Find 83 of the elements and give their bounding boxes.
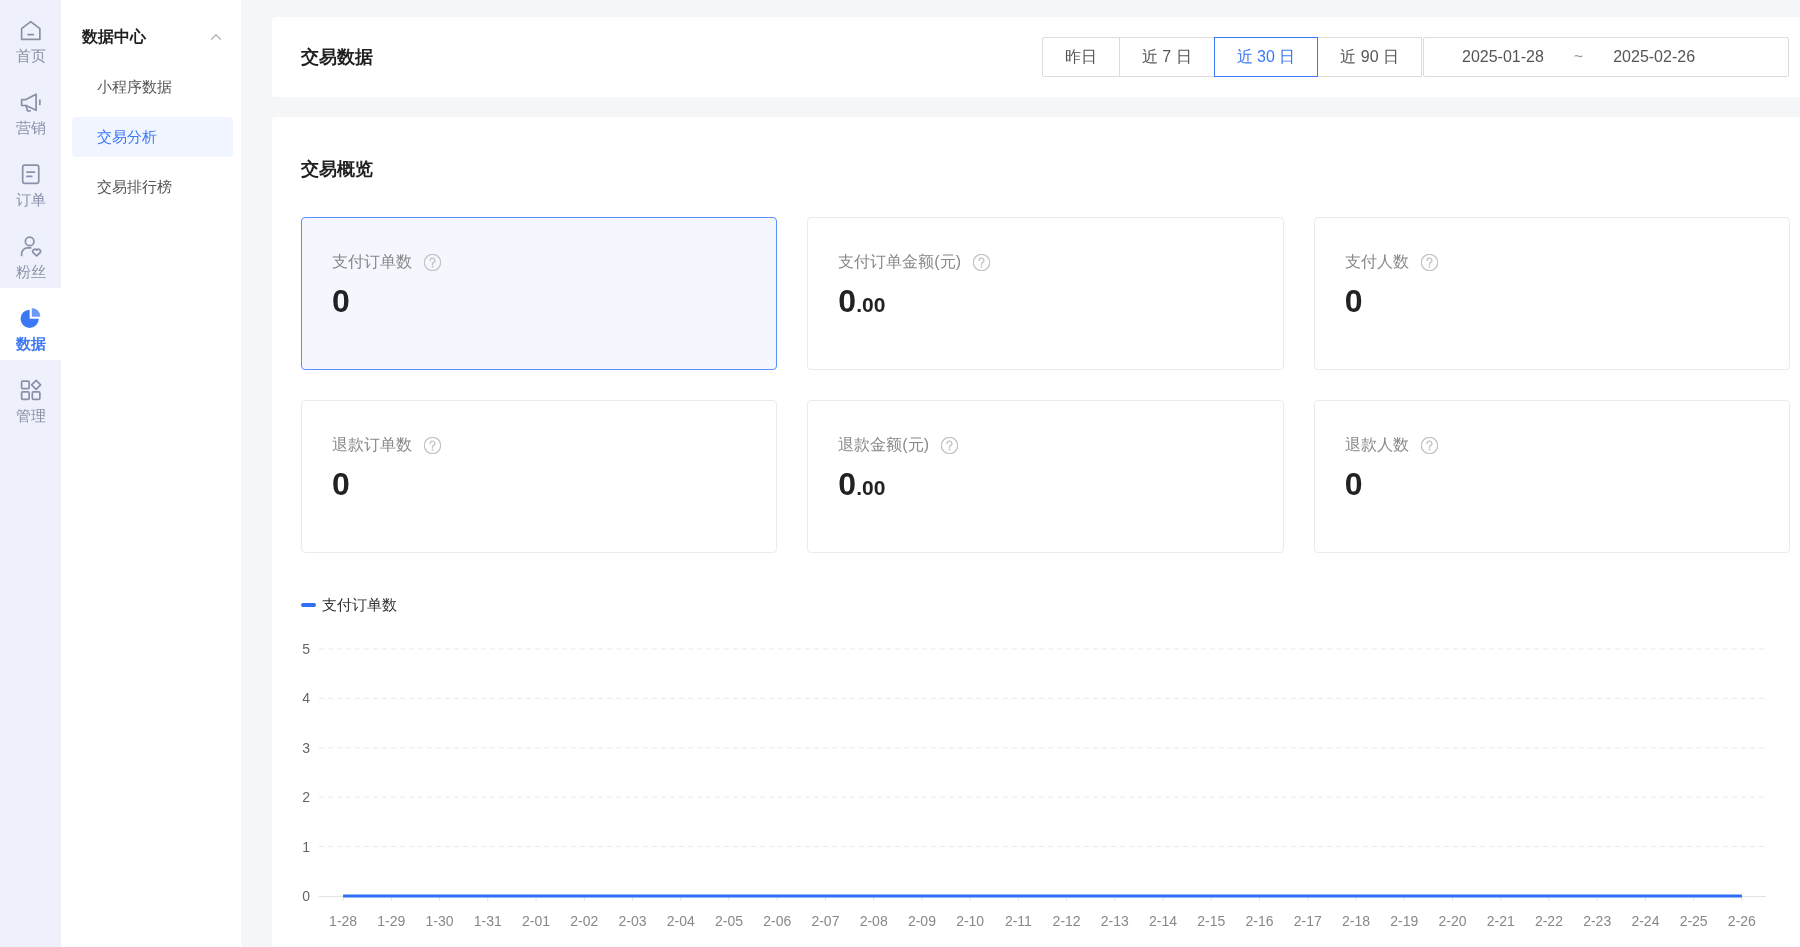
end-date: 2025-02-26 (1613, 48, 1696, 66)
x-axis-label: 1-28 (329, 913, 358, 929)
x-axis-label: 2-03 (618, 913, 647, 929)
x-axis-label: 2-16 (1245, 913, 1274, 929)
x-axis-label: 2-02 (570, 913, 599, 929)
metric-card[interactable]: 支付订单数 0 (301, 217, 778, 370)
nav-item[interactable]: 数据 (0, 288, 61, 360)
x-axis-label: 2-22 (1534, 913, 1563, 929)
x-axis-label: 2-10 (956, 913, 985, 929)
metric-label: 退款订单数 (332, 435, 412, 455)
pie-chart-icon (19, 307, 42, 329)
metric-value: 0 (1344, 465, 1363, 503)
x-axis-label: 2-01 (522, 913, 551, 929)
metric-value: 0.00 (838, 282, 886, 321)
submenu-item[interactable]: 小程序数据 (72, 67, 233, 107)
grid-icon (19, 379, 42, 401)
x-axis-label: 1-29 (377, 913, 406, 929)
metric-label: 支付人数 (1344, 252, 1409, 272)
help-icon (424, 253, 441, 271)
date-range-field[interactable]: 2025-01-28 ~ 2025-02-26 (1423, 37, 1789, 77)
submenu-item[interactable]: 交易分析 (72, 117, 233, 157)
x-axis-label: 2-12 (1052, 913, 1081, 929)
x-axis-label: 2-18 (1342, 913, 1371, 929)
metric-label: 支付订单数 (332, 252, 412, 272)
x-axis-label: 1-30 (425, 913, 454, 929)
y-axis-label: 0 (302, 888, 310, 904)
help-icon (941, 436, 958, 454)
metric-card[interactable]: 退款人数 0 (1313, 400, 1790, 553)
x-axis-label: 2-25 (1679, 913, 1708, 929)
submenu-header[interactable]: 数据中心 (72, 23, 233, 51)
x-axis-label: 1-31 (473, 913, 502, 929)
metric-value: 0 (332, 282, 350, 320)
legend-label: 支付订单数 (322, 595, 397, 615)
date-range-tab[interactable]: 近 7 日 (1118, 37, 1215, 77)
help-icon (1420, 253, 1438, 271)
x-axis-label: 2-07 (811, 913, 840, 929)
submenu-item[interactable]: 交易排行榜 (72, 167, 233, 207)
document-icon (19, 163, 42, 185)
user-heart-icon (19, 235, 42, 257)
x-axis-label: 2-26 (1727, 913, 1756, 929)
date-range-tab[interactable]: 近 90 日 (1317, 37, 1422, 77)
date-range-tab[interactable]: 昨日 (1041, 37, 1120, 77)
x-axis-label: 2-15 (1197, 913, 1226, 929)
section-title: 交易概览 (301, 158, 373, 181)
x-axis-label: 2-20 (1438, 913, 1467, 929)
y-axis-label: 4 (302, 690, 310, 707)
y-axis-label: 2 (302, 789, 310, 806)
x-axis-label: 2-11 (1004, 913, 1032, 929)
y-axis-label: 1 (302, 838, 310, 855)
x-axis-label: 2-19 (1390, 913, 1419, 929)
x-axis-label: 2-08 (859, 913, 888, 929)
metric-label: 支付订单金额(元) (838, 252, 961, 272)
page-title: 交易数据 (301, 46, 373, 69)
chevron-up-icon (211, 34, 221, 40)
x-axis-label: 2-09 (907, 913, 936, 929)
x-axis-label: 2-17 (1293, 913, 1322, 929)
x-axis-label: 2-21 (1486, 913, 1515, 929)
metric-label: 退款人数 (1344, 435, 1409, 455)
megaphone-icon (19, 91, 42, 113)
metric-card[interactable]: 支付订单金额(元) 0.00 (807, 217, 1284, 370)
help-icon (973, 253, 990, 271)
metric-card[interactable]: 退款金额(元) 0.00 (807, 400, 1284, 553)
help-icon (424, 436, 441, 454)
start-date: 2025-01-28 (1462, 48, 1544, 66)
x-axis-label: 2-14 (1149, 913, 1178, 929)
metric-value: 0 (1344, 282, 1363, 320)
metric-label: 退款金额(元) (838, 435, 929, 455)
help-icon (1420, 436, 1438, 454)
y-axis-label: 5 (302, 641, 310, 657)
metric-card[interactable]: 支付人数 0 (1313, 217, 1790, 370)
metric-card[interactable]: 退款订单数 0 (301, 400, 778, 553)
x-axis-label: 2-23 (1583, 913, 1612, 929)
metric-value: 0.00 (838, 465, 886, 504)
x-axis-label: 2-13 (1100, 913, 1129, 929)
date-range-tab[interactable]: 近 30 日 (1213, 37, 1319, 77)
x-axis-label: 2-04 (666, 913, 695, 929)
x-axis-label: 2-06 (763, 913, 792, 929)
range-separator: ~ (1573, 48, 1584, 66)
x-axis-label: 2-24 (1631, 913, 1660, 929)
metric-value: 0 (332, 465, 350, 503)
home-icon (19, 19, 42, 41)
y-axis-label: 3 (302, 739, 310, 756)
x-axis-label: 2-05 (714, 913, 743, 929)
